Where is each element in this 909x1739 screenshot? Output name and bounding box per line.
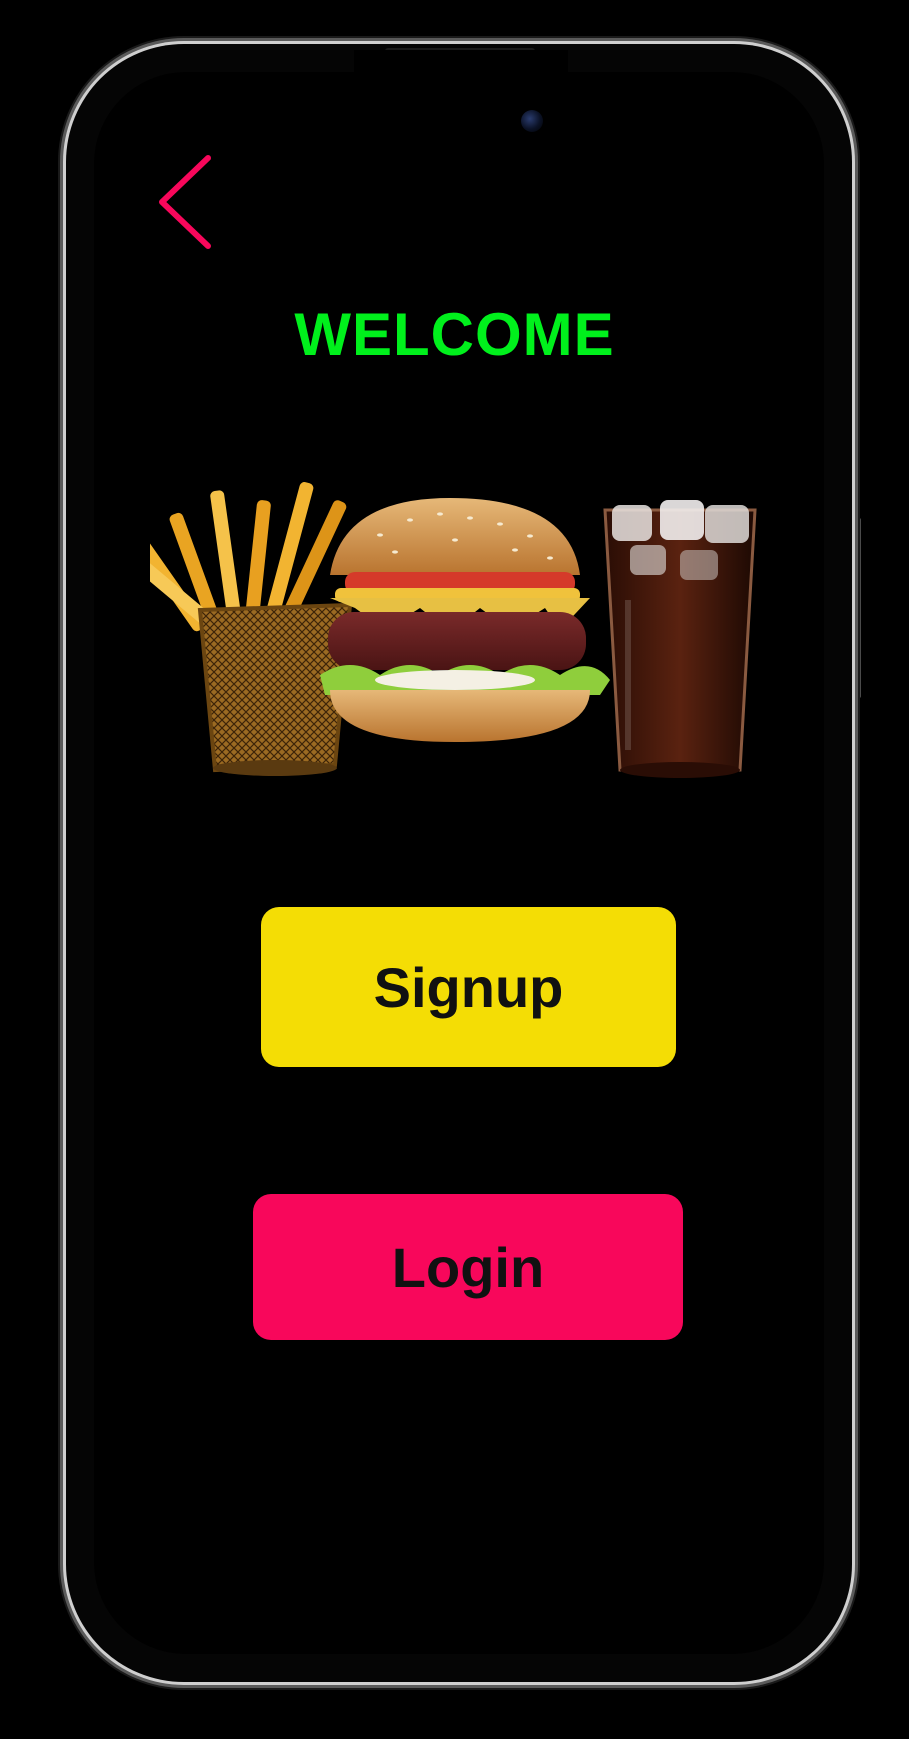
phone-frame <box>66 44 852 1682</box>
burger-fries-soda-photo <box>150 482 757 778</box>
login-button-label: Login <box>391 1235 545 1299</box>
chevron-left-icon <box>159 155 211 249</box>
power-button <box>855 518 861 698</box>
volume-up-button <box>58 438 64 550</box>
back-button[interactable] <box>150 150 220 250</box>
burger-icon <box>320 498 610 742</box>
soda-glass-icon <box>603 500 757 778</box>
signup-button-label: Signup <box>373 955 564 1019</box>
app-stage: WELCOME Signup Login <box>0 0 909 1739</box>
volume-down-button <box>58 586 64 698</box>
front-camera <box>521 110 543 132</box>
login-button[interactable]: Login <box>253 1194 683 1340</box>
signup-button[interactable]: Signup <box>261 907 676 1067</box>
page-title: WELCOME <box>294 301 615 368</box>
fries-icon <box>150 482 353 776</box>
dynamic-island <box>354 50 568 154</box>
